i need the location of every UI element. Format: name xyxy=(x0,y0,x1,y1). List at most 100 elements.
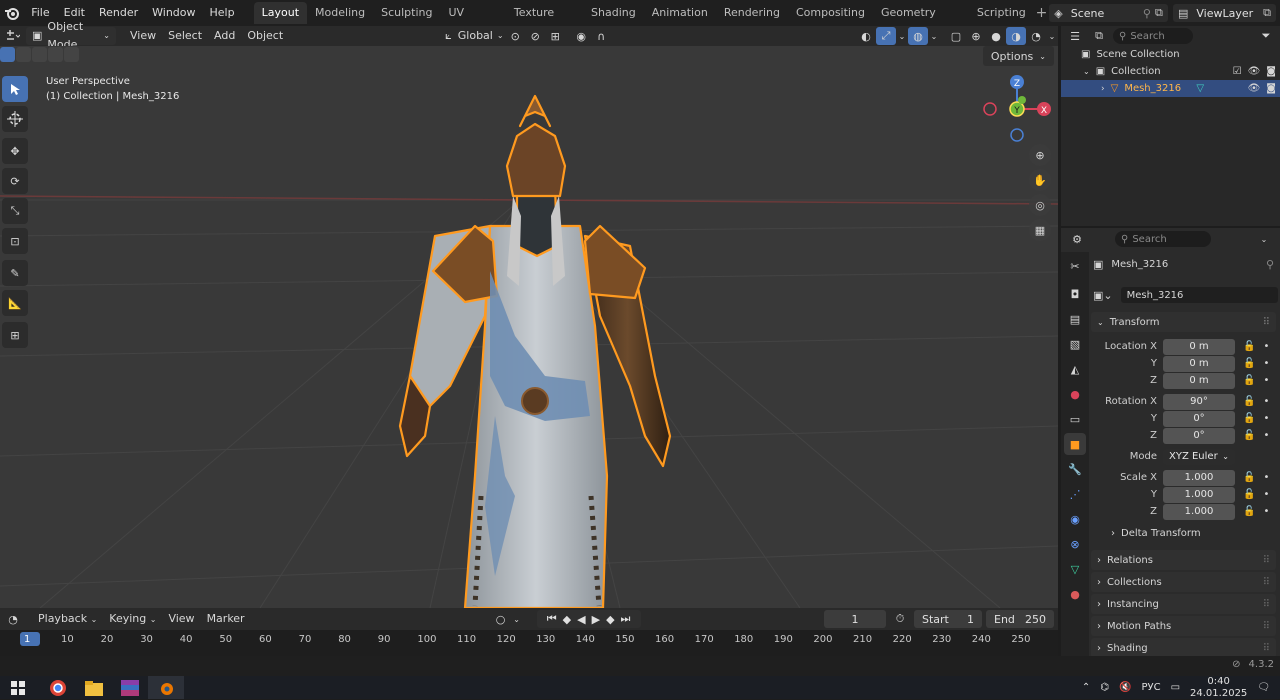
lock-icon[interactable]: 🔓 xyxy=(1243,375,1255,386)
material-tab-icon[interactable]: ● xyxy=(1064,583,1086,605)
lock-icon[interactable]: 🔓 xyxy=(1243,413,1255,424)
keyframe-dot-icon[interactable]: • xyxy=(1263,506,1269,517)
outliner-row-scene-collection[interactable]: ▣ Scene Collection xyxy=(1061,46,1280,63)
jump-start-icon[interactable]: ⏮ xyxy=(547,612,557,626)
constraints-tab-icon[interactable]: ⊗ xyxy=(1064,533,1086,555)
auto-keying-icon[interactable]: ○ xyxy=(491,610,511,628)
select-new-icon[interactable] xyxy=(0,47,15,62)
viewlayer-selector[interactable]: ▤ ViewLayer ⧉ xyxy=(1172,4,1276,22)
play-reverse-icon[interactable]: ◀ xyxy=(577,613,585,626)
scale-z-field[interactable]: 1.000 xyxy=(1163,503,1235,520)
menu-view[interactable]: View xyxy=(124,27,162,45)
solid-shading-icon[interactable]: ● xyxy=(986,27,1006,45)
output-tab-icon[interactable]: ▤ xyxy=(1064,308,1086,330)
panel-collections[interactable]: › Collections ⠿ xyxy=(1091,572,1276,592)
pivot-icon[interactable]: ⊙ xyxy=(505,27,525,45)
delta-transform-subpanel[interactable]: › Delta Transform xyxy=(1091,528,1276,539)
winrar-icon[interactable] xyxy=(112,676,148,699)
start-frame-field[interactable]: Start 1 xyxy=(914,610,982,628)
rotate-icon[interactable]: ⟳ xyxy=(2,168,28,194)
tab-sculpting[interactable]: Sculpting xyxy=(373,2,440,24)
language-indicator[interactable]: РУС xyxy=(1141,682,1160,693)
keyframe-dot-icon[interactable]: • xyxy=(1263,341,1269,352)
panel-relations[interactable]: › Relations ⠿ xyxy=(1091,550,1276,570)
file-explorer-icon[interactable] xyxy=(76,676,112,699)
keying-chevron-icon[interactable]: ⌄ xyxy=(511,610,523,628)
camera-view-icon[interactable]: ◎ xyxy=(1029,194,1051,216)
tool-tab-icon[interactable]: ✂ xyxy=(1064,255,1086,277)
menu-playback[interactable]: Playback ⌄ xyxy=(32,610,103,628)
perspective-grid-icon[interactable]: ▦ xyxy=(1029,219,1051,241)
lock-icon[interactable]: 🔓 xyxy=(1243,430,1255,441)
location-z-field[interactable]: 0 m xyxy=(1163,372,1235,389)
3d-viewport[interactable]: User Perspective (1) Collection | Mesh_3… xyxy=(0,46,1058,608)
new-scene-icon[interactable]: ⧉ xyxy=(1155,6,1163,20)
rendered-shading-icon[interactable]: ◔ xyxy=(1026,27,1046,45)
clock[interactable]: 0:40 24.01.2025 xyxy=(1190,676,1247,700)
select-box-icon[interactable] xyxy=(2,76,28,102)
lock-icon[interactable]: 🔓 xyxy=(1243,358,1255,369)
drag-handle-icon[interactable]: ⠿ xyxy=(1263,317,1270,328)
pan-hand-icon[interactable]: ✋ xyxy=(1029,169,1051,191)
view-layer-tab-icon[interactable]: ▧ xyxy=(1064,333,1086,355)
location-y-field[interactable]: 0 m xyxy=(1163,355,1235,372)
camera-icon[interactable]: ◙ xyxy=(1266,83,1276,94)
physics-tab-icon[interactable]: ◉ xyxy=(1064,508,1086,530)
object-tab-icon[interactable]: ■ xyxy=(1064,433,1086,455)
gizmo-toggle-icon[interactable]: ⤢ xyxy=(876,27,896,45)
rotation-y-field[interactable]: 0° xyxy=(1163,410,1235,427)
network-icon[interactable]: ⌬ xyxy=(1100,682,1109,693)
volume-muted-icon[interactable]: 🔇 xyxy=(1119,682,1131,693)
panel-instancing[interactable]: › Instancing ⠿ xyxy=(1091,594,1276,614)
transform-orientation-dropdown[interactable]: ⟀ Global ⌄ xyxy=(439,27,505,45)
scene-selector[interactable]: ◈ Scene ⚲ ⧉ xyxy=(1049,4,1168,22)
falloff-icon[interactable]: ∩ xyxy=(591,27,611,45)
proportional-edit-icon[interactable]: ◉ xyxy=(571,27,591,45)
tab-layout[interactable]: Layout xyxy=(253,2,308,24)
lock-icon[interactable]: 🔓 xyxy=(1243,489,1255,500)
battery-icon[interactable]: ▭ xyxy=(1171,682,1180,693)
select-invert-icon[interactable] xyxy=(48,47,63,62)
data-tab-icon[interactable]: ▽ xyxy=(1064,558,1086,580)
editor-type-icon[interactable] xyxy=(0,27,26,45)
checkbox-icon[interactable]: ☑ xyxy=(1233,66,1242,77)
tab-rendering[interactable]: Rendering xyxy=(716,2,788,24)
keyframe-dot-icon[interactable]: • xyxy=(1263,375,1269,386)
tab-geometry-nodes[interactable]: Geometry Nodes xyxy=(873,2,969,41)
properties-editor-type-icon[interactable]: ⚙ xyxy=(1067,230,1087,248)
lock-icon[interactable]: 🔓 xyxy=(1243,472,1255,483)
end-frame-field[interactable]: End 250 xyxy=(986,610,1054,628)
modifier-tab-icon[interactable]: 🔧 xyxy=(1064,458,1086,480)
menu-marker[interactable]: Marker xyxy=(201,610,251,628)
scene-tab-icon[interactable]: ◭ xyxy=(1064,358,1086,380)
chevron-down-icon[interactable]: ⌄ xyxy=(1083,67,1090,76)
blender-logo-icon[interactable] xyxy=(3,3,20,23)
xray-icon[interactable]: ▢ xyxy=(946,27,966,45)
properties-search-input[interactable]: ⚲ Search xyxy=(1115,231,1211,247)
transform-panel-header[interactable]: ⌄ Transform ⠿ xyxy=(1091,312,1276,332)
tab-uv-editing[interactable]: UV Editing xyxy=(440,2,505,41)
mesh-character-model[interactable] xyxy=(395,76,685,608)
select-extend-icon[interactable] xyxy=(16,47,31,62)
zoom-icon[interactable]: ⊕ xyxy=(1029,144,1051,166)
filter-icon[interactable]: ⏷ xyxy=(1256,27,1276,45)
frame-ruler[interactable]: 1 10 20 30 40 50 60 70 80 90 100 110 120 130 140 150 160… xyxy=(0,630,1058,656)
chevron-down-icon[interactable]: ⌄ xyxy=(1254,230,1274,248)
windows-start-icon[interactable] xyxy=(0,676,36,699)
panel-shading[interactable]: › Shading ⠿ xyxy=(1091,638,1276,658)
world-tab-icon[interactable]: ● xyxy=(1064,383,1086,405)
measure-icon[interactable]: 📐 xyxy=(2,290,28,316)
lock-icon[interactable]: 🔓 xyxy=(1243,341,1255,352)
add-cube-icon[interactable]: ⊞ xyxy=(2,322,28,348)
menu-object[interactable]: Object xyxy=(241,27,289,45)
visibility-icon[interactable]: ◐ xyxy=(856,27,876,45)
options-dropdown[interactable]: Options ⌄ xyxy=(982,46,1054,66)
object-name-field[interactable]: Mesh_3216 xyxy=(1120,287,1278,303)
material-shading-icon[interactable]: ◑ xyxy=(1006,27,1026,45)
stopwatch-icon[interactable]: ⏱ xyxy=(890,610,910,628)
menu-add[interactable]: Add xyxy=(208,27,241,45)
lock-icon[interactable]: 🔓 xyxy=(1243,506,1255,517)
tab-animation[interactable]: Animation xyxy=(644,2,716,24)
lock-icon[interactable]: 🔓 xyxy=(1243,396,1255,407)
new-viewlayer-icon[interactable]: ⧉ xyxy=(1263,6,1271,20)
